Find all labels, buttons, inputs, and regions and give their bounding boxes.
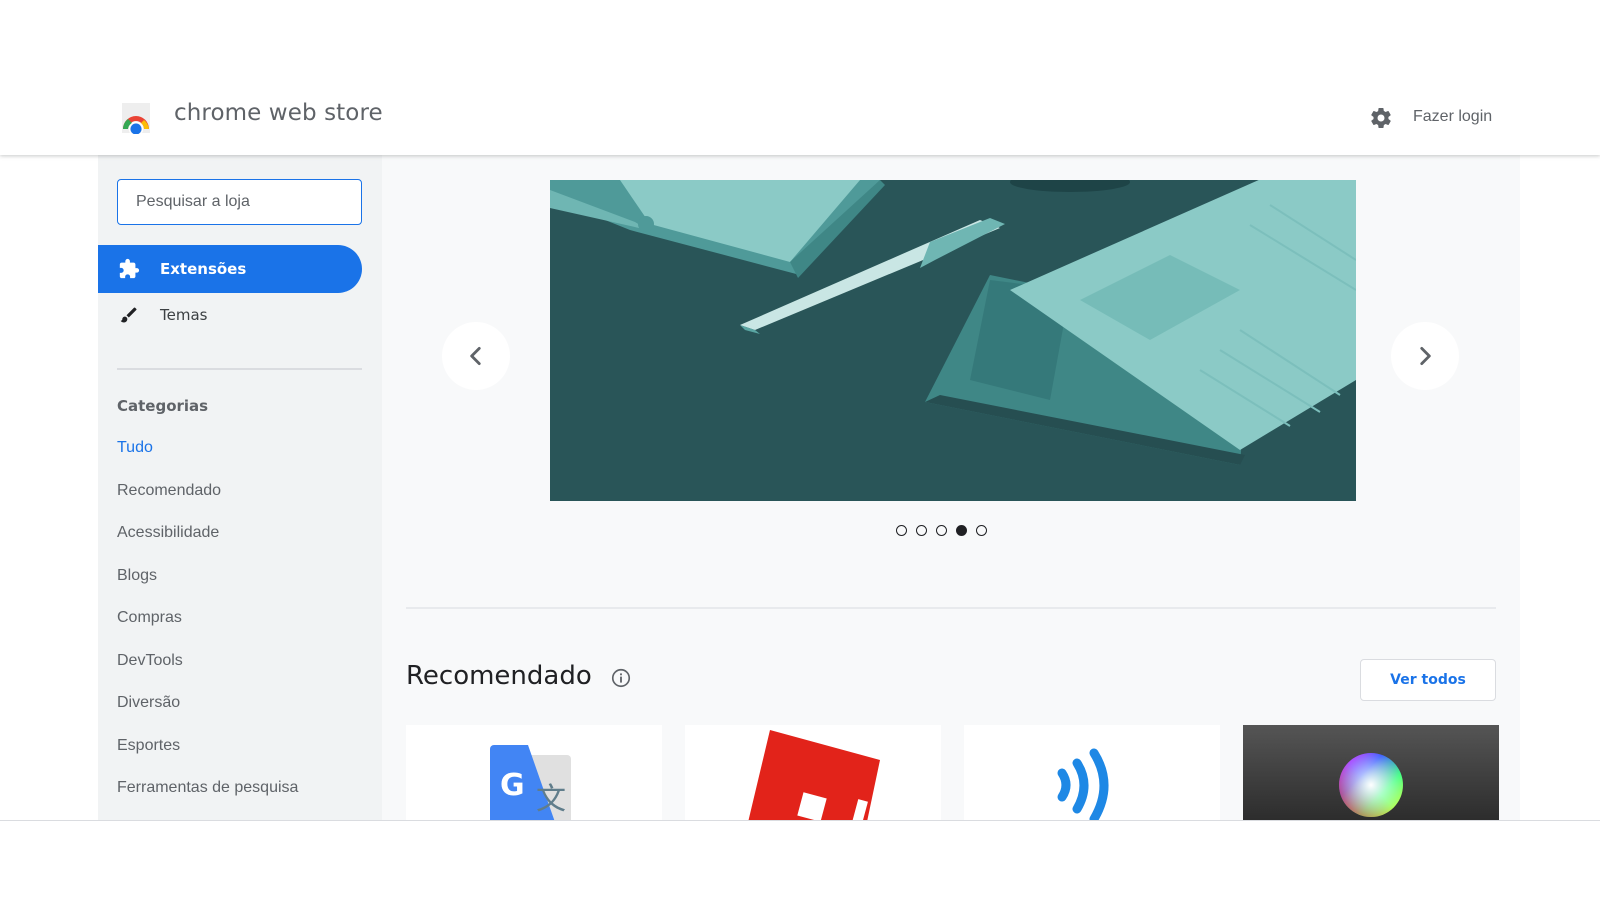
carousel-dot-3[interactable]: [936, 525, 947, 536]
sidebar-item-label: Temas: [160, 306, 208, 324]
carousel-dot-5[interactable]: [976, 525, 987, 536]
sidebar-divider: [117, 368, 362, 370]
carousel-next-button[interactable]: [1391, 322, 1459, 390]
sidebar-item-label: Extensões: [160, 260, 247, 278]
category-recommended[interactable]: Recomendado: [117, 482, 298, 525]
browser-viewport: chrome web store Fazer login Extensões T…: [0, 0, 1600, 821]
carousel-indicators: [896, 525, 987, 536]
store-title[interactable]: chrome web store: [174, 100, 383, 126]
sound-waves-icon: [1057, 748, 1109, 820]
top-bar: chrome web store Fazer login: [0, 0, 1600, 155]
roblox-icon: [748, 730, 880, 820]
extension-card[interactable]: [1243, 725, 1499, 820]
category-devtools[interactable]: DevTools: [117, 652, 298, 695]
category-accessibility[interactable]: Acessibilidade: [117, 524, 298, 567]
carousel-dot-2[interactable]: [916, 525, 927, 536]
category-shopping[interactable]: Compras: [117, 609, 298, 652]
sidebar-item-extensions[interactable]: Extensões: [98, 245, 362, 293]
chrome-web-store-logo[interactable]: [120, 102, 152, 137]
info-icon[interactable]: [610, 667, 632, 689]
recommended-list: G 文: [406, 725, 1499, 820]
carousel-prev-button[interactable]: [442, 322, 510, 390]
puzzle-piece-icon: [118, 258, 140, 280]
featured-banner[interactable]: [550, 180, 1356, 501]
chevron-left-icon: [470, 347, 481, 365]
svg-text:G: G: [500, 768, 525, 803]
carousel-dot-4[interactable]: [956, 525, 967, 536]
login-link[interactable]: Fazer login: [1413, 108, 1492, 126]
paintbrush-icon: [118, 304, 140, 326]
gear-icon[interactable]: [1369, 106, 1393, 130]
section-title: Recomendado: [406, 661, 592, 691]
main-content: Recomendado Ver todos G 文: [382, 155, 1520, 820]
search-input[interactable]: [117, 179, 362, 225]
chevron-right-icon: [1420, 347, 1431, 365]
extension-card[interactable]: [685, 725, 941, 820]
carousel-dot-1[interactable]: [896, 525, 907, 536]
svg-text:文: 文: [536, 782, 566, 817]
extension-card[interactable]: G 文: [406, 725, 662, 820]
extension-card[interactable]: [964, 725, 1220, 820]
category-list: Tudo Recomendado Acessibilidade Blogs Co…: [117, 439, 298, 820]
category-blogs[interactable]: Blogs: [117, 567, 298, 610]
google-translate-icon: G 文: [490, 745, 571, 820]
see-all-button[interactable]: Ver todos: [1360, 659, 1496, 701]
category-sports[interactable]: Esportes: [117, 737, 298, 780]
sidebar-item-themes[interactable]: Temas: [98, 291, 362, 339]
sidebar: Extensões Temas Categorias Tudo Recomend…: [98, 155, 382, 820]
category-search-tools[interactable]: Ferramentas de pesquisa: [117, 779, 298, 820]
banner-illustration: [550, 180, 1356, 501]
color-wheel-icon: [1339, 753, 1403, 817]
section-divider: [406, 607, 1496, 609]
categories-heading: Categorias: [117, 397, 209, 415]
category-all[interactable]: Tudo: [117, 439, 298, 482]
category-fun[interactable]: Diversão: [117, 694, 298, 737]
